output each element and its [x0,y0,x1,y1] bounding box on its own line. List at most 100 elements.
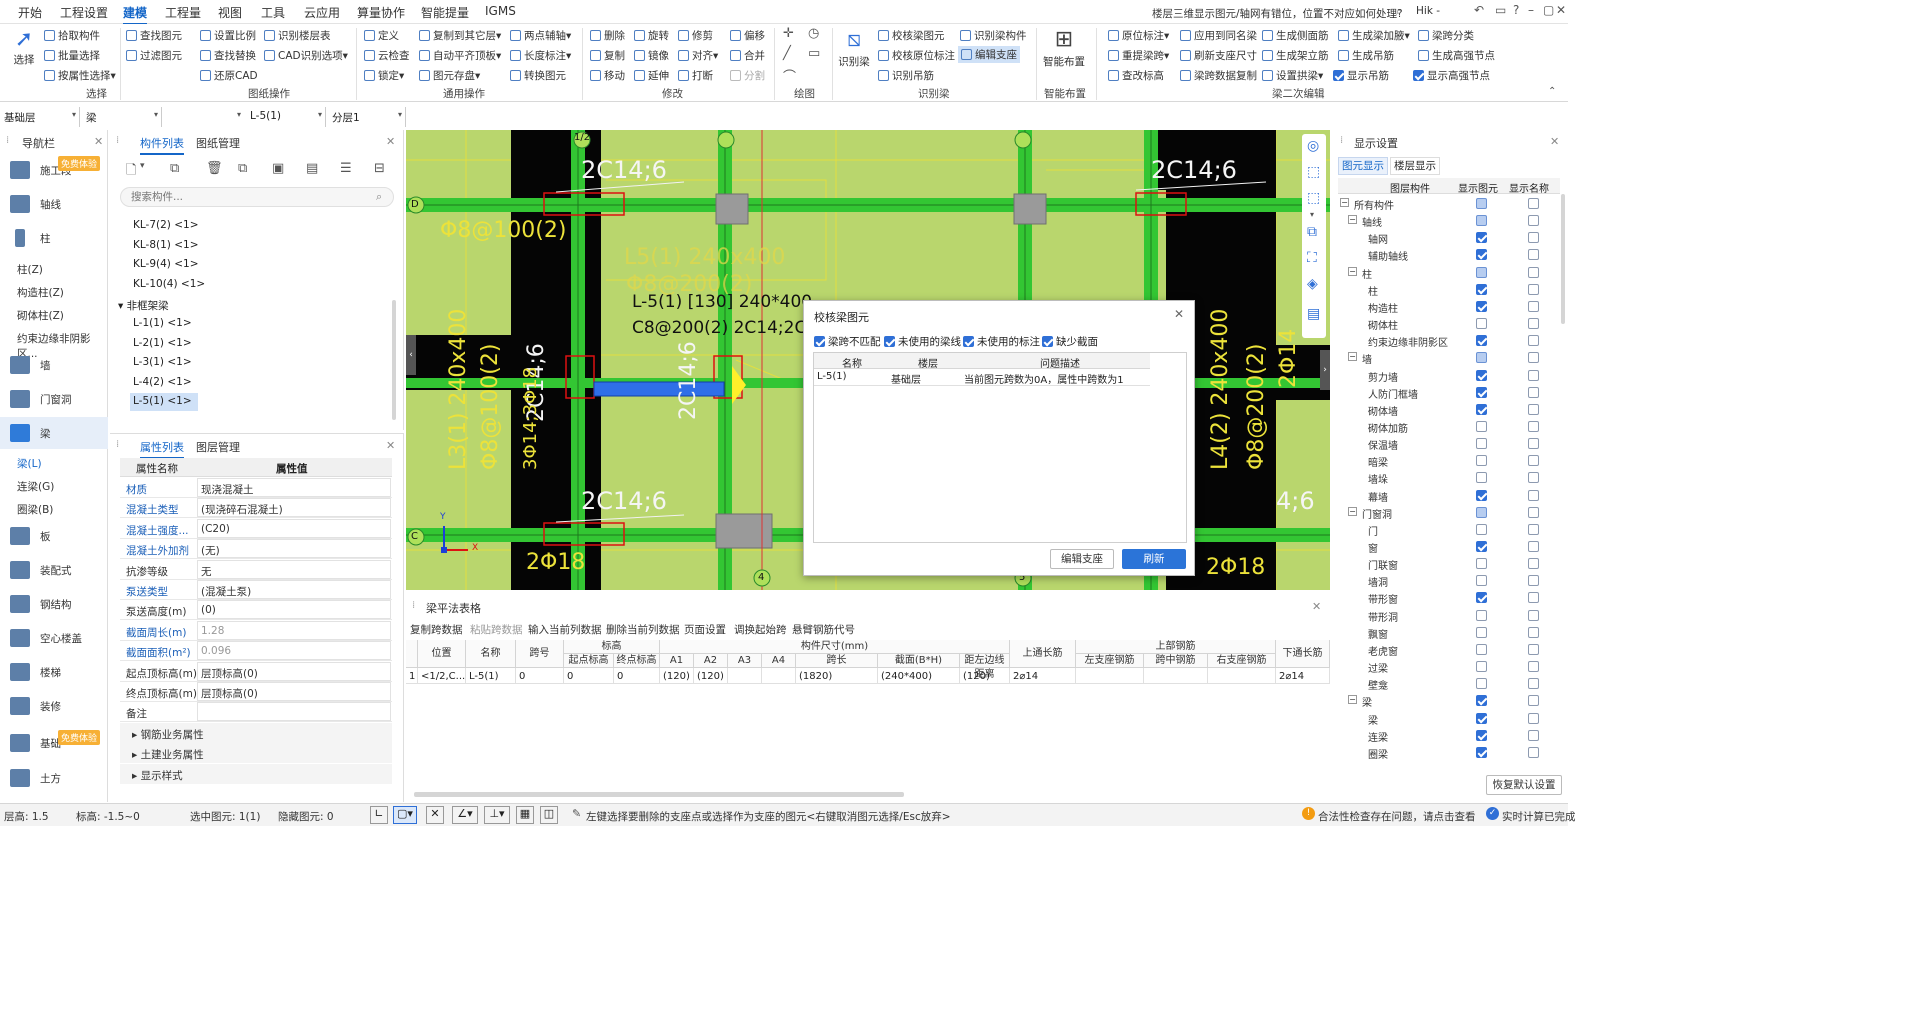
menu-igms[interactable]: IGMS [485,4,516,18]
missing-section-checkbox[interactable] [1042,336,1053,347]
tree-group-nonframe[interactable]: ▾ 非框架梁 [118,298,169,313]
batch-select-button[interactable]: 批量选择 [44,48,100,63]
show-element-checkbox[interactable] [1476,300,1487,312]
show-name-checkbox[interactable] [1528,661,1539,673]
show-hs-node-toggle[interactable]: 显示高强节点 [1413,68,1490,83]
show-element-checkbox[interactable] [1476,643,1487,655]
gen-hs-node-button[interactable]: 生成高强节点 [1418,48,1495,63]
list-item[interactable]: L-3(1) <1> [133,356,192,368]
check-elev-button[interactable]: 查改标高 [1108,68,1164,83]
close-icon[interactable]: ✕ [1556,3,1566,17]
show-name-checkbox[interactable] [1528,695,1539,707]
drag-handle-icon[interactable]: ⁞ [412,600,415,611]
table-cell[interactable] [1144,668,1208,684]
input-column-button[interactable]: 输入当前列数据 [528,622,602,637]
nav-item-earthwork[interactable]: 土方 [0,762,108,794]
select-by-attr-button[interactable]: 按属性选择 ▾ [44,68,116,83]
paste-span-data-button[interactable]: 粘贴跨数据 [470,622,523,637]
set-scale-button[interactable]: 设置比例 [200,28,256,43]
show-element-checkbox[interactable] [1476,369,1487,381]
menu-start[interactable]: 开始 [18,4,42,21]
drag-handle-icon[interactable]: ⁞ [6,135,9,146]
show-element-checkbox[interactable] [1476,335,1487,347]
refresh-button[interactable]: 刷新 [1122,549,1186,569]
rotate-button[interactable]: 旋转 [634,28,669,43]
gen-erection-rebar-button[interactable]: 生成架立筋 [1262,48,1329,63]
list-item[interactable]: KL-10(4) <1> [133,278,205,290]
beam-table-close-icon[interactable]: ✕ [1312,600,1321,613]
clock-icon[interactable]: ◷ [808,26,819,41]
show-element-checkbox[interactable] [1476,746,1487,758]
help-icon[interactable]: ? [1513,3,1519,17]
move-button[interactable]: 移动 [590,68,625,83]
define-button[interactable]: 定义 [364,28,399,43]
cantilever-code-button[interactable]: 悬臂钢筋代号 [792,622,855,637]
search-icon[interactable]: ⌕ [376,190,382,204]
show-element-checkbox[interactable] [1476,198,1487,209]
show-element-checkbox[interactable] [1476,215,1487,227]
show-name-checkbox[interactable] [1528,266,1539,278]
property-row[interactable]: 泵送高度(m) (0) [120,600,392,621]
list-item-selected[interactable]: L-5(1) <1> [130,393,198,411]
table-cell[interactable] [1208,668,1276,684]
smart-layout-button[interactable]: ⊞ 智能布置 [1040,26,1088,69]
property-value[interactable]: 无 [197,559,391,579]
list-item[interactable]: L-2(1) <1> [133,337,192,349]
property-value[interactable]: (0) [197,600,391,620]
display-icon[interactable]: ◈ [1307,276,1318,292]
collapse-icon[interactable]: − [1348,352,1357,362]
drag-handle-icon[interactable]: ⁞ [116,135,119,146]
component-type-select[interactable] [164,107,244,127]
show-element-checkbox[interactable] [1476,403,1487,415]
show-element-checkbox[interactable] [1476,352,1487,364]
mirror-button[interactable]: 镜像 [634,48,669,63]
show-element-checkbox[interactable] [1476,506,1487,518]
user-name[interactable]: Hik - [1416,5,1440,17]
menu-smart[interactable]: 智能提量 [421,4,469,21]
show-element-checkbox[interactable] [1476,541,1487,552]
save-element-button[interactable]: 图元存盘 ▾ [419,68,480,83]
unused-line-checkbox[interactable] [884,336,895,347]
cube-icon[interactable]: ⬚ [1307,190,1320,206]
show-name-checkbox[interactable] [1528,489,1539,501]
type-select[interactable]: 梁 [82,107,162,127]
show-element-checkbox[interactable] [1476,609,1487,621]
collapse-icon[interactable]: − [1340,198,1349,207]
warning-icon[interactable]: ! [1302,807,1315,820]
show-name-checkbox[interactable] [1528,643,1539,655]
cloud-check-button[interactable]: 云检查 [364,48,410,63]
filter-list-icon[interactable]: ⊟ [374,161,385,176]
show-name-checkbox[interactable] [1528,541,1539,552]
menu-collab[interactable]: 算量协作 [357,4,405,21]
show-element-checkbox[interactable] [1476,558,1487,570]
new-component-icon[interactable]: 🗋 [126,161,136,183]
property-row[interactable]: 混凝土强度... (C20) [120,518,392,539]
page-setup-button[interactable]: 页面设置 [684,622,726,637]
dialog-close-icon[interactable]: ✕ [1174,307,1184,321]
nav-sub-construct-column[interactable]: 构造柱(Z) [17,285,64,300]
layer-select[interactable]: 分层1 [328,107,406,127]
back-icon[interactable]: ↶ [1474,3,1484,17]
collapse-icon[interactable]: − [1348,695,1357,705]
sort-icon[interactable]: ☰ [340,161,352,176]
show-name-checkbox[interactable] [1528,712,1539,724]
show-element-checkbox[interactable] [1476,678,1487,690]
property-row[interactable]: 抗渗等级 无 [120,559,392,580]
menu-tools[interactable]: 工具 [261,4,285,21]
show-name-checkbox[interactable] [1528,558,1539,570]
collapse-icon[interactable]: − [1348,506,1357,516]
nav-item-beam[interactable]: 梁 [0,417,108,449]
point-icon[interactable]: ✛ [783,26,794,41]
show-name-checkbox[interactable] [1528,403,1539,415]
align-button[interactable]: 对齐 ▾ [678,48,718,63]
show-name-checkbox[interactable] [1528,626,1539,638]
new-dropdown-icon[interactable]: ▾ [140,161,145,171]
list-item[interactable]: L-4(2) <1> [133,376,192,388]
auto-align-slab-button[interactable]: 自动平齐顶板 ▾ [419,48,501,63]
zoom-extent-icon[interactable]: ⛶ [1307,250,1317,266]
restore-default-button[interactable]: 恢复默认设置 [1486,775,1562,795]
list-item[interactable]: KL-7(2) <1> [133,219,199,231]
tab-floor-display[interactable]: 楼层显示 [1390,157,1440,175]
show-name-checkbox[interactable] [1528,232,1539,244]
show-name-checkbox[interactable] [1528,523,1539,535]
